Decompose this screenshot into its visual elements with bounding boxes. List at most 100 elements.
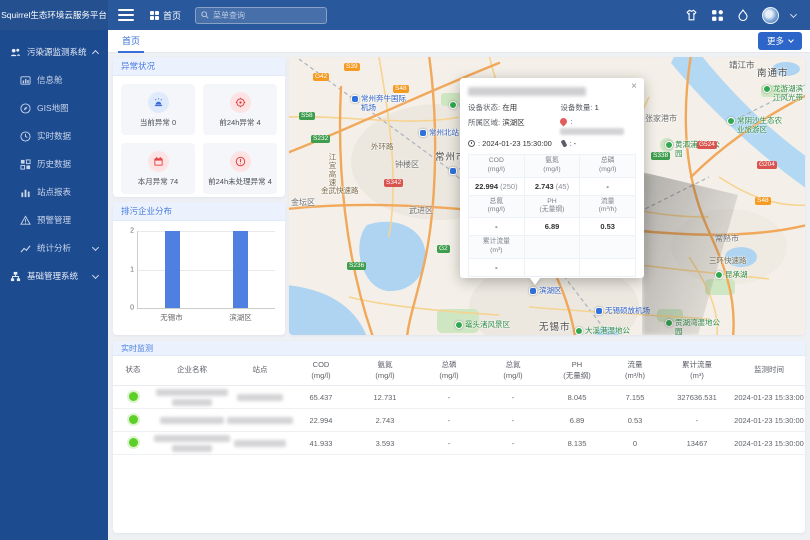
menu-search[interactable] bbox=[195, 7, 327, 24]
column-header: 总磷(mg/l) bbox=[417, 356, 481, 386]
bar[interactable] bbox=[233, 231, 248, 308]
transit-marker-icon bbox=[419, 129, 427, 137]
metric-header: 总氮(mg/l) bbox=[469, 196, 525, 219]
alert-icon bbox=[20, 215, 31, 226]
sidebar-item-statistics[interactable]: 统计分析 bbox=[0, 234, 108, 262]
map-poi[interactable]: 常阴沙生态农业旅游区 bbox=[727, 117, 789, 134]
sidebar-item-label: 站点报表 bbox=[37, 186, 71, 198]
metric-header: 总磷(mg/l) bbox=[580, 155, 636, 178]
table-cell: 2.743 bbox=[353, 409, 417, 432]
column-header: 总氮(mg/l) bbox=[481, 356, 545, 386]
sidebar-item-warning-manage[interactable]: 预警管理 bbox=[0, 206, 108, 234]
metric-value: - bbox=[469, 218, 525, 236]
theme-skin-icon[interactable] bbox=[684, 8, 698, 22]
gis-map[interactable]: 南通市靖江市常州市钟楼区武进区金坛区无锡市常熟市张家港市三环快速路金武快速路外环… bbox=[289, 57, 805, 335]
transit-marker-icon bbox=[449, 167, 457, 175]
bar[interactable] bbox=[165, 231, 180, 308]
park-marker-icon bbox=[727, 117, 735, 125]
y-axis-tick: 1 bbox=[122, 266, 134, 273]
poi-label: 滨湖区 bbox=[539, 287, 562, 296]
bar-chart-icon bbox=[20, 187, 31, 198]
road-number-badge: G524 bbox=[697, 141, 717, 149]
table-cell: - bbox=[417, 432, 481, 455]
map-label: 无锡市 bbox=[539, 319, 571, 333]
tile-month-abnormal[interactable]: 本月异常 74 bbox=[121, 143, 195, 194]
map-label: 靖江市 bbox=[729, 59, 755, 71]
close-icon[interactable]: × bbox=[631, 82, 637, 92]
table-row[interactable]: 22.9942.743--6.890.53-2024-01-23 15:30:0… bbox=[113, 409, 805, 432]
table-cell: 12.731 bbox=[353, 386, 417, 409]
sidebar-item-info-cabin[interactable]: 信息舱 bbox=[0, 66, 108, 94]
hamburger-menu-icon[interactable] bbox=[118, 9, 134, 21]
clock-icon bbox=[468, 140, 475, 147]
blurred-text bbox=[160, 417, 224, 424]
layout-widgets-icon[interactable] bbox=[710, 8, 724, 22]
tile-label: 前24h未处理异常 4 bbox=[208, 176, 272, 187]
table-row[interactable]: 65.43712.731--8.0457.155327636.5312024-0… bbox=[113, 386, 805, 409]
sidebar-item-gis-map[interactable]: GIS地图 bbox=[0, 94, 108, 122]
abnormal-tiles: 当前异常 0 前24h异常 4 本月异常 74 前24h未处理异常 4 bbox=[113, 76, 285, 202]
sidebar-item-label: GIS地图 bbox=[37, 102, 69, 114]
address-field: : bbox=[560, 117, 636, 135]
map-poi[interactable]: 大溪港湿地公园 bbox=[575, 327, 637, 335]
map-poi[interactable]: 昆承湖 bbox=[715, 271, 748, 280]
breadcrumb[interactable]: 首页 bbox=[150, 9, 181, 22]
map-poi[interactable]: 龙游湖滨江风光带 bbox=[763, 85, 805, 102]
table-row[interactable]: 41.9333.593--8.1350134672024-01-23 15:30… bbox=[113, 432, 805, 455]
table-cell: 7.155 bbox=[609, 386, 661, 409]
map-label: 江宜高速 bbox=[327, 153, 338, 187]
map-poi[interactable]: 滨湖区 bbox=[529, 287, 562, 296]
road-number-badge: S232 bbox=[311, 135, 330, 143]
sidebar-item-label: 历史数据 bbox=[37, 158, 71, 170]
table-cell: - bbox=[417, 409, 481, 432]
tab-home[interactable]: 首页 bbox=[118, 30, 144, 53]
tile-current-abnormal[interactable]: 当前异常 0 bbox=[121, 84, 195, 135]
chevron-down-icon[interactable] bbox=[790, 10, 797, 17]
sidebar: 污染源监测系统 信息舱 GIS地图 实时数据 历史数据 站点报表 预警管理 bbox=[0, 30, 108, 540]
map-poi[interactable]: 无锡硕放机场 bbox=[595, 307, 650, 316]
map-poi[interactable]: 鼋头渚风景区 bbox=[455, 321, 510, 330]
flame-icon[interactable] bbox=[736, 8, 750, 22]
search-input[interactable] bbox=[213, 11, 321, 20]
sidebar-group-base-manage[interactable]: 基础管理系统 bbox=[0, 262, 108, 290]
metric-header: 氨氮(mg/l) bbox=[525, 155, 581, 178]
map-poi[interactable]: 常州北站 bbox=[419, 129, 459, 138]
table-cell: 22.994 bbox=[289, 409, 353, 432]
table-cell: - bbox=[417, 386, 481, 409]
table-cell: 2024-01-23 15:30:00 bbox=[733, 432, 805, 455]
tile-24h-abnormal[interactable]: 前24h异常 4 bbox=[203, 84, 277, 135]
sidebar-item-history-data[interactable]: 历史数据 bbox=[0, 150, 108, 178]
blurred-text bbox=[172, 445, 212, 452]
realtime-monitor-card: 实时监测 状态企业名称站点COD(mg/l)氨氮(mg/l)总磷(mg/l)总氮… bbox=[113, 341, 805, 533]
road-number-badge: S48 bbox=[393, 85, 409, 93]
transit-marker-icon bbox=[529, 287, 537, 295]
tile-24h-unhandled[interactable]: 前24h未处理异常 4 bbox=[203, 143, 277, 194]
y-axis-tick: 0 bbox=[122, 305, 134, 312]
clock-icon bbox=[20, 131, 31, 142]
user-avatar[interactable] bbox=[762, 7, 779, 24]
column-header: COD(mg/l) bbox=[289, 356, 353, 386]
chevron-up-icon bbox=[92, 50, 99, 57]
metric-header: 流量(m³/h) bbox=[580, 196, 636, 219]
sidebar-group-pollution-monitor[interactable]: 污染源监测系统 bbox=[0, 38, 108, 66]
metric-value: - bbox=[580, 178, 636, 196]
more-button[interactable]: 更多 bbox=[758, 32, 802, 50]
map-poi[interactable]: 常州奔牛国际机场 bbox=[351, 95, 413, 112]
road-number-badge: G2 bbox=[437, 245, 450, 253]
table-cell: 8.135 bbox=[545, 432, 609, 455]
device-count-field: 设备数量: 1 bbox=[560, 102, 636, 113]
sidebar-item-realtime-data[interactable]: 实时数据 bbox=[0, 122, 108, 150]
calendar-icon bbox=[148, 151, 169, 172]
table-cell: 8.045 bbox=[545, 386, 609, 409]
map-poi[interactable]: 黄泗浦生态公园 bbox=[665, 141, 727, 158]
metric-header bbox=[580, 236, 636, 259]
y-axis-tick: 2 bbox=[122, 228, 134, 235]
sidebar-item-station-report[interactable]: 站点报表 bbox=[0, 178, 108, 206]
road-number-badge: G204 bbox=[757, 161, 777, 169]
road-number-badge: S338 bbox=[651, 152, 670, 160]
dashboard-icon bbox=[20, 75, 31, 86]
region-field: 所属区域: 滨湖区 bbox=[468, 117, 560, 135]
enterprise-distribution-card: 排污企业分布 012 无锡市滨湖区 bbox=[113, 202, 285, 335]
table-header-row: 状态企业名称站点COD(mg/l)氨氮(mg/l)总磷(mg/l)总氮(mg/l… bbox=[113, 356, 805, 386]
x-axis-label: 滨湖区 bbox=[229, 312, 252, 323]
